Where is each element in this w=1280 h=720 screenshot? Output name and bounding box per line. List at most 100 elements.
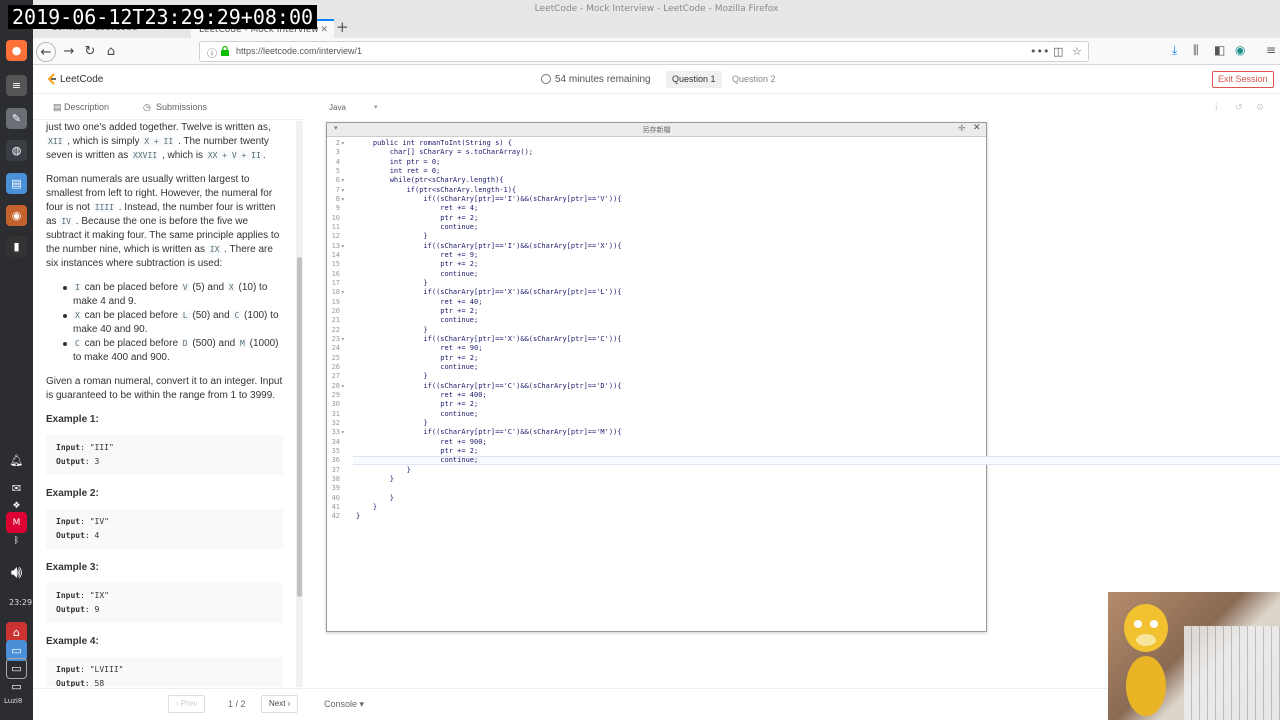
- code-line[interactable]: if((sCharAry[ptr]=='I')&&(sCharAry[ptr]=…: [356, 242, 621, 251]
- code-line[interactable]: }: [356, 419, 427, 428]
- settings-icon[interactable]: ⚙: [1256, 103, 1264, 113]
- code-line[interactable]: int ptr = 0;: [356, 158, 441, 167]
- tab-submissions[interactable]: Submissions: [156, 102, 207, 112]
- hamburger-menu-icon[interactable]: ≡: [1266, 43, 1276, 57]
- reload-button[interactable]: ↻: [80, 42, 100, 62]
- code-line[interactable]: if((sCharAry[ptr]=='X')&&(sCharAry[ptr]=…: [356, 335, 621, 344]
- code-line[interactable]: ret += 400;: [356, 391, 486, 400]
- workspace-3-icon[interactable]: ▭: [6, 676, 27, 697]
- code-line[interactable]: ptr += 2;: [356, 400, 478, 409]
- tab-question-1[interactable]: Question 1: [666, 71, 722, 88]
- extension-icon[interactable]: ◉: [1235, 43, 1245, 57]
- code-line[interactable]: }: [356, 475, 394, 484]
- fold-toggle-icon[interactable]: ▾: [341, 176, 345, 185]
- tab-description[interactable]: Description: [64, 102, 109, 112]
- globe-icon[interactable]: ◍: [6, 140, 27, 161]
- code-line[interactable]: ptr += 2;: [356, 307, 478, 316]
- volume-icon[interactable]: 🔊︎: [6, 562, 27, 583]
- library-icon[interactable]: ⫼: [1193, 43, 1199, 58]
- collapse-icon[interactable]: ▾: [334, 124, 338, 132]
- info-icon[interactable]: i: [1215, 103, 1218, 113]
- code-line[interactable]: ptr += 2;: [356, 447, 478, 456]
- sidebar-icon[interactable]: ◧: [1214, 43, 1225, 57]
- code-line[interactable]: if((sCharAry[ptr]=='C')&&(sCharAry[ptr]=…: [356, 382, 621, 391]
- download-icon[interactable]: ⤓: [1172, 43, 1177, 58]
- chevron-down-icon[interactable]: ▾: [374, 103, 378, 111]
- code-line[interactable]: if((sCharAry[ptr]=='C')&&(sCharAry[ptr]=…: [356, 428, 621, 437]
- code-line[interactable]: ptr += 2;: [356, 260, 478, 269]
- code-line[interactable]: }: [356, 466, 411, 475]
- code-line[interactable]: ret += 4;: [356, 204, 478, 213]
- pocket-icon[interactable]: ◫: [1053, 45, 1063, 58]
- leetcode-logo-icon[interactable]: [47, 73, 57, 85]
- code-line[interactable]: continue;: [356, 270, 478, 279]
- code-line[interactable]: }: [356, 494, 394, 503]
- scrollbar-thumb[interactable]: [297, 257, 302, 597]
- code-line[interactable]: continue;: [356, 223, 478, 232]
- logo-text[interactable]: LeetCode: [60, 74, 103, 85]
- example-input: "LVIII": [89, 665, 124, 674]
- code-line[interactable]: continue;: [356, 363, 478, 372]
- code-line[interactable]: }: [356, 512, 360, 521]
- code-line[interactable]: ptr += 2;: [356, 214, 478, 223]
- fold-toggle-icon[interactable]: ▾: [341, 242, 345, 251]
- bell-icon[interactable]: 🔔︎: [6, 450, 27, 471]
- code-line[interactable]: while(ptr<sCharAry.length){: [356, 176, 504, 185]
- code-line[interactable]: if((sCharAry[ptr]=='I')&&(sCharAry[ptr]=…: [356, 195, 621, 204]
- text: just two one's added together. Twelve is…: [46, 122, 271, 133]
- back-button[interactable]: ←: [36, 42, 56, 62]
- pin-icon[interactable]: ✛: [958, 124, 966, 134]
- tab-question-2[interactable]: Question 2: [726, 71, 782, 88]
- fold-toggle-icon[interactable]: ▾: [341, 382, 345, 391]
- info-icon[interactable]: ⓘ: [207, 45, 217, 60]
- bookmark-star-icon[interactable]: ☆: [1072, 45, 1082, 58]
- fold-toggle-icon[interactable]: ▾: [341, 186, 345, 195]
- code-line[interactable]: public int romanToInt(String s) {: [356, 139, 512, 148]
- files-icon[interactable]: ▤: [6, 173, 27, 194]
- code-line[interactable]: }: [356, 326, 427, 335]
- code-editor-window[interactable]: 另存新檔 ▾ ✛ ✕ 2 ▾ public int romanToInt(Stri…: [326, 122, 1280, 632]
- code-line[interactable]: }: [356, 279, 427, 288]
- code-line[interactable]: int ret = 0;: [356, 167, 441, 176]
- code-line[interactable]: continue;: [356, 456, 478, 465]
- reset-icon[interactable]: ↺: [1235, 103, 1243, 113]
- text: (50) and: [192, 310, 230, 321]
- code-line[interactable]: continue;: [356, 410, 478, 419]
- code-line[interactable]: ptr += 2;: [356, 354, 478, 363]
- language-select[interactable]: Java: [329, 103, 346, 112]
- menu-icon[interactable]: ≡: [6, 75, 27, 96]
- forward-button[interactable]: →: [59, 42, 79, 62]
- fold-toggle-icon[interactable]: ▾: [341, 288, 345, 297]
- fold-toggle-icon[interactable]: ▾: [341, 428, 345, 437]
- console-toggle[interactable]: Console ▾: [324, 699, 364, 710]
- code-line[interactable]: }: [356, 232, 427, 241]
- code-line[interactable]: char[] sCharAry = s.toCharArray();: [356, 148, 533, 157]
- description-scrollbar[interactable]: [296, 121, 303, 687]
- next-button[interactable]: Next ›: [261, 695, 299, 713]
- code-line[interactable]: ret += 9;: [356, 251, 478, 260]
- code-line[interactable]: ret += 900;: [356, 438, 486, 447]
- code-line[interactable]: ret += 40;: [356, 298, 482, 307]
- exit-session-button[interactable]: Exit Session: [1212, 71, 1274, 88]
- fold-toggle-icon[interactable]: ▾: [341, 139, 345, 148]
- home-button[interactable]: ⌂: [101, 42, 121, 62]
- close-icon[interactable]: ✕: [973, 123, 981, 133]
- url-bar[interactable]: ⓘ https://leetcode.com/interview/1 ••• ◫…: [199, 41, 1089, 62]
- code-line[interactable]: }: [356, 372, 427, 381]
- editor-icon[interactable]: ✎: [6, 108, 27, 129]
- close-icon[interactable]: ✕: [320, 25, 328, 36]
- bluetooth-icon[interactable]: ᛒ: [6, 530, 27, 551]
- code-line[interactable]: }: [356, 503, 377, 512]
- code-line[interactable]: ret += 90;: [356, 344, 482, 353]
- app-icon[interactable]: ◉: [6, 205, 27, 226]
- code-line[interactable]: continue;: [356, 316, 478, 325]
- new-tab-button[interactable]: +: [336, 18, 349, 36]
- prev-button[interactable]: ‹ Prev: [168, 695, 206, 713]
- code-line[interactable]: if((sCharAry[ptr]=='X')&&(sCharAry[ptr]=…: [356, 288, 621, 297]
- firefox-icon[interactable]: ●: [6, 40, 27, 61]
- terminal-icon[interactable]: ▮: [6, 236, 27, 257]
- fold-toggle-icon[interactable]: ▾: [341, 335, 345, 344]
- fold-toggle-icon[interactable]: ▾: [341, 195, 345, 204]
- code-line[interactable]: if(ptr<sCharAry.length-1){: [356, 186, 517, 195]
- more-icon[interactable]: •••: [1030, 45, 1049, 58]
